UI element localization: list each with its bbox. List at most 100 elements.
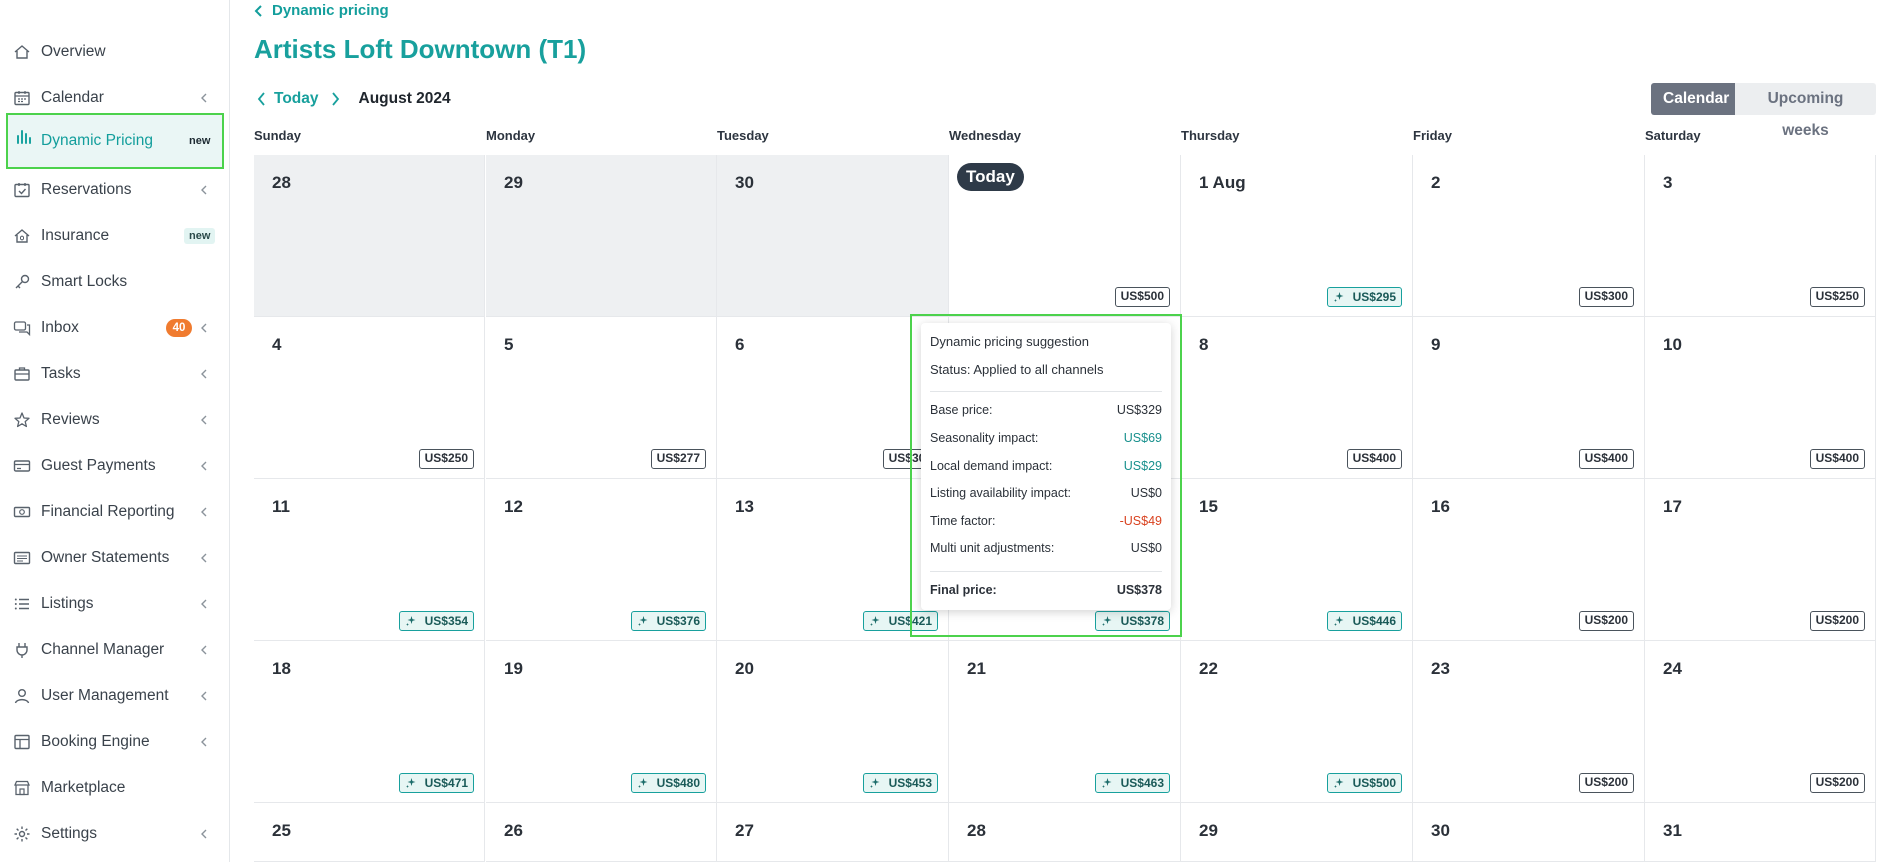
sidebar-item-reviews[interactable]: Reviews: [0, 397, 229, 443]
chevron-left-icon: [198, 643, 210, 657]
sidebar-item-inbox[interactable]: Inbox 40: [0, 305, 229, 351]
prev-month-button[interactable]: [254, 91, 268, 107]
sidebar-item-reservations[interactable]: Reservations: [0, 167, 229, 213]
calendar-day-cell[interactable]: 18 US$471: [254, 641, 485, 803]
sidebar-item-label: Financial Reporting: [41, 503, 175, 520]
calendar-day-cell[interactable]: 26: [486, 803, 717, 862]
sidebar-item-tasks[interactable]: Tasks: [0, 351, 229, 397]
calendar-day-cell[interactable]: 10 US$400: [1645, 317, 1876, 479]
dynamic-price-badge[interactable]: US$453: [862, 773, 938, 793]
calendar-day-cell[interactable]: 25: [254, 803, 485, 862]
sparkle-icon: [869, 777, 889, 789]
store-icon: [13, 779, 31, 797]
sidebar-item-user-management[interactable]: User Management: [0, 673, 229, 719]
price-badge[interactable]: US$200: [1578, 773, 1634, 793]
calendar-day-cell[interactable]: 29: [486, 155, 717, 317]
weekday-label: Sunday: [254, 128, 301, 143]
sidebar-item-channel-manager[interactable]: Channel Manager: [0, 627, 229, 673]
user-icon: [13, 687, 31, 705]
sidebar: Overview Calendar Dynamic Pricing new Reserv…: [0, 0, 230, 862]
back-link-dynamic-pricing[interactable]: Dynamic pricing: [254, 2, 389, 19]
sidebar-item-overview[interactable]: Overview: [0, 29, 229, 75]
tooltip-row-label: Listing availability impact:: [930, 486, 1072, 500]
sidebar-item-guest-payments[interactable]: Guest Payments: [0, 443, 229, 489]
calendar-day-cell[interactable]: 28: [254, 155, 485, 317]
price-badge[interactable]: US$200: [1809, 773, 1865, 793]
calendar-day-cell[interactable]: 11 US$354: [254, 479, 485, 641]
price-badge[interactable]: US$400: [1809, 449, 1865, 469]
calendar-day-cell[interactable]: 15 US$446: [1181, 479, 1413, 641]
dynamic-price-badge[interactable]: US$446: [1326, 611, 1402, 631]
calendar-view-button[interactable]: Calendar: [1651, 83, 1735, 115]
calendar-day-cell[interactable]: Today US$500: [949, 155, 1181, 317]
calendar-day-cell[interactable]: 5 US$277: [486, 317, 717, 479]
dynamic-price-badge[interactable]: US$354: [398, 611, 474, 631]
calendar-day-cell[interactable]: 13 US$421: [717, 479, 949, 641]
dynamic-price-badge[interactable]: US$500: [1326, 773, 1402, 793]
price-badge[interactable]: US$200: [1809, 611, 1865, 631]
calendar-day-cell[interactable]: 19 US$480: [486, 641, 717, 803]
key-icon: [13, 273, 31, 291]
dynamic-price-badge[interactable]: US$480: [630, 773, 706, 793]
price-badge[interactable]: US$250: [418, 449, 474, 469]
today-button[interactable]: Today: [274, 90, 319, 108]
day-number: 26: [504, 821, 523, 840]
calendar-day-cell[interactable]: 8 US$400: [1181, 317, 1413, 479]
calendar-day-cell[interactable]: 23 US$200: [1413, 641, 1645, 803]
price-badge[interactable]: US$500: [1114, 287, 1170, 307]
star-icon: [13, 411, 31, 429]
calendar-day-cell[interactable]: 21 US$463: [949, 641, 1181, 803]
sidebar-item-insurance[interactable]: Insurance new: [0, 213, 229, 259]
day-number: 15: [1199, 497, 1218, 516]
dynamic-price-badge[interactable]: US$463: [1094, 773, 1170, 793]
sidebar-item-settings[interactable]: Settings: [0, 811, 229, 857]
tooltip-final-label: Final price:: [930, 583, 997, 597]
calendar-day-cell[interactable]: 9 US$400: [1413, 317, 1645, 479]
calendar-day-cell[interactable]: 31: [1645, 803, 1876, 862]
calendar-day-cell[interactable]: 29: [1181, 803, 1413, 862]
calendar-day-cell[interactable]: 27: [717, 803, 949, 862]
day-number: 28: [967, 821, 986, 840]
price-badge[interactable]: US$400: [1346, 449, 1402, 469]
calendar-day-cell[interactable]: 30: [717, 155, 949, 317]
calendar-day-cell[interactable]: 6 US$300: [717, 317, 949, 479]
sidebar-item-owner-statements[interactable]: Owner Statements: [0, 535, 229, 581]
sidebar-item-marketplace[interactable]: Marketplace: [0, 765, 229, 811]
dynamic-price-badge[interactable]: US$471: [398, 773, 474, 793]
price-badge[interactable]: US$250: [1809, 287, 1865, 307]
dynamic-price-badge[interactable]: US$378: [1094, 611, 1170, 631]
price-badge[interactable]: US$200: [1578, 611, 1634, 631]
dynamic-price-badge[interactable]: US$295: [1326, 287, 1402, 307]
tooltip-price-row: Time factor: -US$49: [930, 514, 1162, 532]
sidebar-item-listings[interactable]: Listings: [0, 581, 229, 627]
calendar-day-cell[interactable]: 30: [1413, 803, 1645, 862]
next-month-button[interactable]: [329, 91, 343, 107]
calendar-day-cell[interactable]: 4 US$250: [254, 317, 485, 479]
house-shield-icon: [13, 227, 31, 245]
calendar-day-cell[interactable]: 20 US$453: [717, 641, 949, 803]
calendar-day-cell[interactable]: 22 US$500: [1181, 641, 1413, 803]
price-badge[interactable]: US$277: [650, 449, 706, 469]
chat-icon: [13, 319, 31, 337]
calendar-day-cell[interactable]: 1 Aug US$295: [1181, 155, 1413, 317]
tooltip-row-label: Multi unit adjustments:: [930, 541, 1055, 555]
calendar-day-cell[interactable]: 16 US$200: [1413, 479, 1645, 641]
upcoming-weeks-button[interactable]: Upcoming weeks: [1735, 83, 1876, 139]
price-badge[interactable]: US$300: [1578, 287, 1634, 307]
sidebar-item-dynamic-pricing[interactable]: Dynamic Pricing new: [6, 113, 224, 169]
dynamic-price-badge[interactable]: US$376: [630, 611, 706, 631]
calendar-day-cell[interactable]: 17 US$200: [1645, 479, 1876, 641]
dynamic-price-badge[interactable]: US$421: [862, 611, 938, 631]
calendar-day-cell[interactable]: 28: [949, 803, 1181, 862]
sidebar-item-financial-reporting[interactable]: Financial Reporting: [0, 489, 229, 535]
calendar-day-cell[interactable]: 2 US$300: [1413, 155, 1645, 317]
calendar-day-cell[interactable]: 12 US$376: [486, 479, 717, 641]
calendar-day-cell[interactable]: 24 US$200: [1645, 641, 1876, 803]
sidebar-item-smart-locks[interactable]: Smart Locks: [0, 259, 229, 305]
price-badge[interactable]: US$400: [1578, 449, 1634, 469]
calendar-day-cell[interactable]: 3 US$250: [1645, 155, 1876, 317]
price-value: US$500: [1352, 775, 1396, 790]
tooltip-price-row: Local demand impact: US$29: [930, 459, 1162, 477]
sparkle-icon: [1333, 291, 1353, 303]
sidebar-item-booking-engine[interactable]: Booking Engine: [0, 719, 229, 765]
